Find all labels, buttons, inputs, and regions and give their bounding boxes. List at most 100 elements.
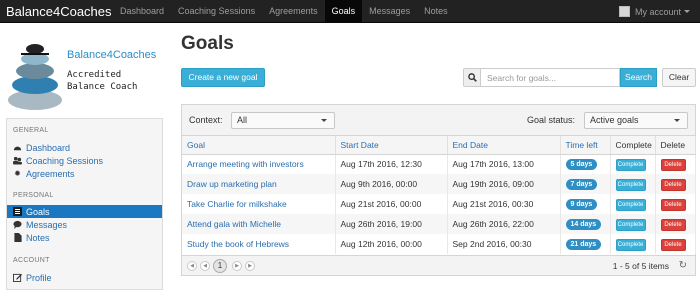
table-row: Take Charlie for milkshake Aug 21st 2016,… [182, 194, 696, 214]
time-left-badge: 9 days [565, 199, 598, 210]
nav-messages[interactable]: Messages [362, 0, 417, 23]
time-left-badge: 7 days [565, 179, 598, 190]
goal-link[interactable]: Draw up marketing plan [182, 174, 336, 194]
complete-cell: Complete [610, 234, 656, 254]
refresh-icon[interactable]: ↻ [679, 260, 687, 271]
goal-link[interactable]: Take Charlie for milkshake [182, 194, 336, 214]
sidebar-item-coaching-sessions[interactable]: Coaching Sessions [7, 154, 162, 167]
sidebar-item-agreements[interactable]: ✹ Agreements [7, 167, 162, 180]
sidebar-item-profile[interactable]: Profile [7, 271, 162, 284]
sidebar-header-personal: PERSONAL [13, 192, 54, 199]
complete-button[interactable]: Complete [615, 238, 646, 251]
sidebar-item-label: Dashboard [26, 142, 71, 153]
sidebar-item-label: Coaching Sessions [26, 155, 104, 166]
delete-button[interactable]: Delete [660, 158, 686, 171]
complete-button[interactable]: Complete [615, 198, 646, 211]
clear-button[interactable]: Clear [662, 68, 696, 87]
nav-coaching-sessions[interactable]: Coaching Sessions [171, 0, 262, 23]
delete-button[interactable]: Delete [660, 218, 686, 231]
complete-cell: Complete [610, 214, 656, 234]
table-row: Study the book of Hebrews Aug 12th 2016, … [182, 234, 696, 254]
sidebar-item-notes[interactable]: Notes [7, 231, 162, 244]
goal-status-value: Active goals [590, 115, 639, 125]
sidebar-header-general: GENERAL [13, 127, 49, 134]
prev-page-button[interactable]: ◀ [200, 261, 210, 271]
delete-cell: Delete [655, 214, 696, 234]
brand-logo[interactable]: Balance4Coaches [0, 4, 113, 19]
goal-link[interactable]: Study the book of Hebrews [182, 234, 336, 254]
time-left-cell: 21 days [560, 234, 611, 254]
last-page-button[interactable]: ▶ [245, 261, 255, 271]
nav-dashboard[interactable]: Dashboard [113, 0, 171, 23]
complete-button[interactable]: Complete [615, 178, 646, 191]
next-page-button[interactable]: ▶ [232, 261, 242, 271]
time-left-cell: 7 days [560, 174, 611, 194]
coach-name[interactable]: Balance4Coaches [67, 49, 156, 61]
sidebar-item-label: Goals [26, 206, 50, 217]
table-row: Draw up marketing plan Aug 9th 2016, 00:0… [182, 174, 696, 194]
column-header-time-left[interactable]: Time left [560, 136, 611, 155]
create-goal-button[interactable]: Create a new goal [181, 68, 265, 87]
search-button[interactable]: Search [620, 68, 657, 87]
pager: ◀ ◀ 1 ▶ ▶ 1 - 5 of 5 items ↻ [182, 255, 695, 275]
first-page-button[interactable]: ◀ [187, 261, 197, 271]
sidebar-item-label: Agreements [26, 168, 75, 179]
nav-agreements[interactable]: Agreements [262, 0, 325, 23]
column-header-start-date[interactable]: Start Date [335, 136, 448, 155]
avatar [618, 6, 630, 17]
complete-button[interactable]: Complete [615, 218, 646, 231]
context-value: All [237, 115, 248, 125]
time-left-cell: 9 days [560, 194, 611, 214]
search-group: Search [463, 68, 657, 87]
search-input[interactable] [480, 68, 620, 87]
time-left-badge: 5 days [565, 159, 598, 171]
delete-button[interactable]: Delete [660, 178, 686, 191]
nav-notes[interactable]: Notes [417, 0, 455, 23]
pager-info: 1 - 5 of 5 items [612, 261, 669, 271]
delete-button[interactable]: Delete [660, 198, 686, 211]
nav-goals[interactable]: Goals [324, 0, 363, 23]
time-left-cell: 14 days [560, 214, 611, 234]
column-header-goal[interactable]: Goal [182, 136, 336, 155]
complete-cell: Complete [610, 174, 656, 194]
goal-status-label: Goal status: [527, 115, 576, 125]
gear-icon: ✹ [14, 169, 21, 178]
delete-cell: Delete [655, 174, 696, 194]
end-date-cell: Aug 17th 2016, 13:00 [447, 154, 561, 174]
top-navbar: Balance4Coaches Dashboard Coaching Sessi… [0, 0, 700, 23]
grid-toolbar: Context: All Goal status: Active goals [182, 105, 695, 136]
coach-title-line2: Balance Coach [67, 82, 138, 92]
goal-link[interactable]: Arrange meeting with investors [182, 154, 336, 174]
time-left-badge: 21 days [565, 239, 602, 250]
table-header-row: Goal Start Date End Date Time left Compl… [182, 136, 696, 155]
coach-title: Accredited Balance Coach [67, 69, 137, 93]
delete-button[interactable]: Delete [660, 238, 686, 251]
chat-icon [13, 220, 22, 229]
time-left-cell: 5 days [560, 154, 611, 174]
context-label: Context: [189, 115, 223, 125]
end-date-cell: Sep 2nd 2016, 00:30 [447, 234, 561, 254]
edit-icon [13, 273, 22, 282]
table-row: Attend gala with Michelle Aug 26th 2016, … [182, 214, 696, 234]
context-select[interactable]: All [231, 112, 335, 129]
end-date-cell: Aug 19th 2016, 09:00 [447, 174, 561, 194]
list-icon [13, 207, 22, 216]
goal-link[interactable]: Attend gala with Michelle [182, 214, 336, 234]
goal-status-select[interactable]: Active goals [584, 112, 688, 129]
account-menu[interactable]: My account [618, 0, 690, 23]
sidebar-item-dashboard[interactable]: Dashboard [7, 141, 162, 154]
sidebar-item-messages[interactable]: Messages [7, 218, 162, 231]
balance-stones-logo [8, 44, 62, 110]
sidebar-item-goals[interactable]: Goals [7, 205, 162, 218]
complete-button[interactable]: Complete [615, 158, 646, 171]
search-icon [463, 68, 480, 87]
complete-cell: Complete [610, 154, 656, 174]
delete-cell: Delete [655, 234, 696, 254]
goals-table: Goal Start Date End Date Time left Compl… [182, 136, 696, 254]
account-label: My account [634, 6, 681, 17]
complete-cell: Complete [610, 194, 656, 214]
current-page-button[interactable]: 1 [213, 259, 227, 273]
sidebar-item-label: Messages [26, 219, 68, 230]
end-date-cell: Aug 26th 2016, 22:00 [447, 214, 561, 234]
column-header-end-date[interactable]: End Date [447, 136, 561, 155]
